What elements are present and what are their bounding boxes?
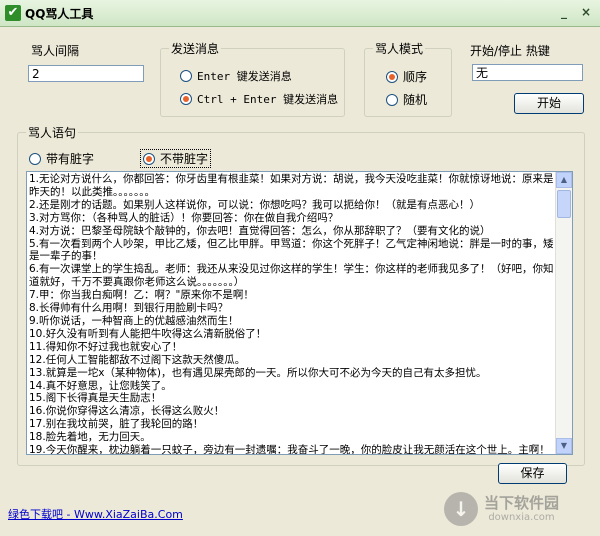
- phrase-line: 13.就算是一坨x（某种物体)，也有遇见屎壳郎的一天。所以你大可不必为今天的自己…: [29, 366, 487, 379]
- app-icon: ✔: [5, 5, 21, 21]
- phrase-line: 8.长得帅有什么用啊！到银行用脸刷卡吗？: [29, 302, 229, 315]
- mode-sequential-option[interactable]: 顺序: [386, 68, 427, 85]
- without-profanity-label: 不带脏字: [160, 152, 209, 166]
- without-profanity-radio[interactable]: [143, 152, 155, 165]
- mode-random-label: 随机: [403, 93, 428, 107]
- close-button[interactable]: ×: [578, 5, 594, 20]
- ctrl-enter-send-option[interactable]: Ctrl + Enter 键发送消息: [180, 91, 338, 107]
- phrase-line: 17.别在我坟前哭，脏了我轮回的路！: [29, 418, 204, 431]
- scroll-thumb[interactable]: [557, 190, 571, 218]
- start-button[interactable]: 开始: [514, 93, 584, 114]
- phrases-textarea[interactable]: 1.无论对方说什么，你都回答：你牙齿里有根韭菜！如果对方说：胡说，我今天没吃韭菜…: [26, 171, 573, 455]
- send-message-legend: 发送消息: [169, 40, 222, 57]
- hotkey-label: 开始/停止 热键: [470, 44, 550, 58]
- enter-send-radio[interactable]: [180, 70, 192, 82]
- with-profanity-option[interactable]: 带有脏字: [29, 150, 94, 167]
- phrases-text: 1.无论对方说什么，你都回答：你牙齿里有根韭菜！如果对方说：胡说，我今天没吃韭菜…: [29, 173, 556, 455]
- watermark-brand: 当下软件园: [484, 493, 560, 512]
- mode-random-option[interactable]: 随机: [386, 91, 427, 108]
- with-profanity-label: 带有脏字: [46, 152, 95, 166]
- with-profanity-radio[interactable]: [29, 152, 41, 165]
- interval-input[interactable]: 2: [28, 65, 144, 82]
- phrase-line: 6.有一次课堂上的学生捣乱。老师：我还从来没见过你这样的学生！学生：你这样的老师…: [29, 263, 554, 289]
- scroll-up-icon[interactable]: ▲: [556, 172, 572, 188]
- watermark-domain: downxia.com: [488, 511, 555, 523]
- minimize-button[interactable]: _: [556, 5, 572, 20]
- mode-random-radio[interactable]: [386, 93, 398, 106]
- ctrl-enter-send-radio[interactable]: [180, 93, 192, 105]
- title-bar[interactable]: ✔ QQ骂人工具 _ ×: [0, 0, 600, 27]
- phrase-line: 7.甲：你当我白痴啊！乙：啊？"原来你不是啊！: [29, 289, 254, 302]
- download-site-link[interactable]: 绿色下载吧 - Www.XiaZaiBa.Com: [8, 506, 183, 522]
- phrase-line: 19.今天你醒来，枕边躺着一只蚊子，旁边有一封遗嘱：我奋斗了一晚，你的脸皮让我无…: [29, 444, 550, 455]
- phrase-line: 15.阁下长得真是天生励志！: [29, 392, 162, 405]
- phrase-line: 3.对方骂你：（各种骂人的脏话）！你要回答：你在做自我介绍吗？: [29, 211, 339, 224]
- ctrl-enter-send-label: Ctrl + Enter 键发送消息: [197, 93, 339, 106]
- phrase-line: 16.你说你穿得这么清凉，长得这么败火！: [29, 405, 225, 418]
- phrase-line: 14.真不好意思，让您贱笑了。: [29, 379, 172, 392]
- watermark: ↓ 当下软件园 downxia.com: [444, 488, 594, 530]
- watermark-logo-icon: ↓: [444, 492, 478, 526]
- phrase-line: 4.对方说：巴黎圣母院缺个敲钟的，你去吧！直觉得回答：怎么，你从那辞职了？（要有…: [29, 224, 491, 237]
- phrase-line: 10.好久没有听到有人能把牛吹得这么清新脱俗了！: [29, 327, 267, 340]
- hotkey-input[interactable]: 无: [472, 64, 583, 81]
- scroll-down-icon[interactable]: ▼: [556, 438, 572, 454]
- phrase-line: 2.还是刚才的话题。如果别人这样说你，可以说：你想吃吗？我可以扼给你！（就是有点…: [29, 198, 481, 211]
- mode-sequential-radio[interactable]: [386, 70, 398, 83]
- phrases-legend: 骂人语句: [26, 124, 79, 141]
- mode-sequential-label: 顺序: [403, 70, 428, 84]
- phrase-line: 1.无论对方说什么，你都回答：你牙齿里有根韭菜！如果对方说：胡说，我今天没吃韭菜…: [29, 173, 554, 198]
- phrase-line: 12.任何人工智能都敌不过阁下这款天然傻瓜。: [29, 353, 246, 366]
- window-title: QQ骂人工具: [25, 7, 94, 21]
- interval-label: 骂人间隔: [31, 44, 80, 58]
- without-profanity-option[interactable]: 不带脏字: [139, 149, 212, 168]
- phrase-line: 11.得知你不好过我也就安心了！: [29, 340, 183, 353]
- mode-legend: 骂人模式: [373, 40, 426, 57]
- phrase-line: 5.有一次看到两个人吵架，甲比乙矮，但乙比甲胖。甲骂道：你这个死胖子！乙气定神闲…: [29, 237, 554, 263]
- enter-send-label: Enter 键发送消息: [197, 70, 292, 83]
- enter-send-option[interactable]: Enter 键发送消息: [180, 68, 292, 84]
- phrase-line: 9.听你说话，一种智商上的优越感油然而生！: [29, 314, 239, 327]
- save-button[interactable]: 保存: [498, 463, 567, 484]
- phrase-line: 18.脸先着地，无力回天。: [29, 431, 151, 444]
- phrases-scrollbar[interactable]: ▲ ▼: [555, 172, 572, 454]
